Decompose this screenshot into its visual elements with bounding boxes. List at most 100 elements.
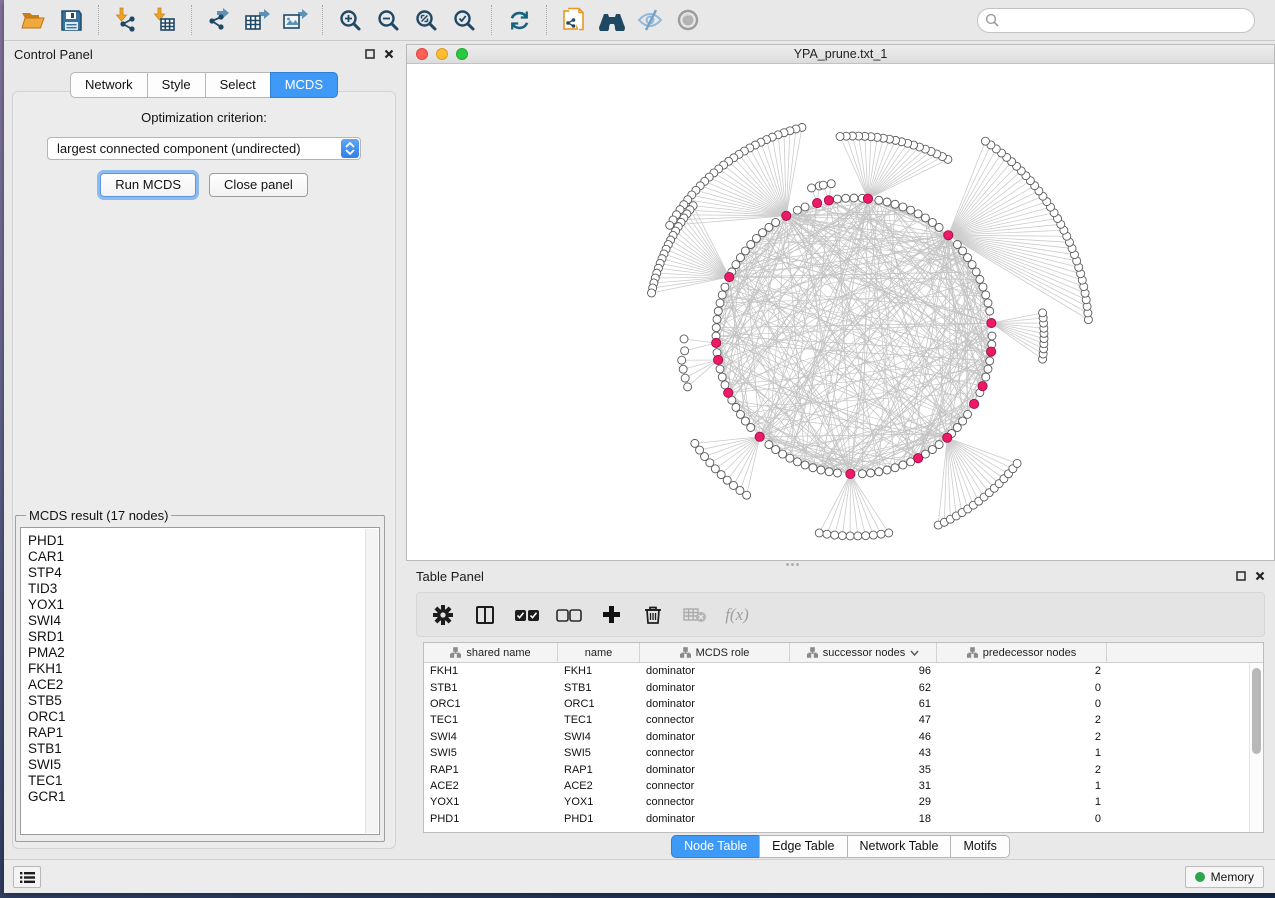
tab-style[interactable]: Style: [147, 72, 206, 98]
graph-node[interactable]: [979, 283, 987, 291]
graph-hub-node[interactable]: [978, 382, 987, 391]
graph-node[interactable]: [825, 468, 833, 476]
graph-hub-node[interactable]: [813, 198, 822, 207]
graph-node[interactable]: [743, 491, 751, 499]
column-header-MCDS-role[interactable]: MCDS role: [640, 643, 790, 662]
graph-hub-node[interactable]: [970, 399, 979, 408]
mcds-result-item[interactable]: SWI4: [28, 613, 379, 629]
graph-node[interactable]: [875, 196, 883, 204]
mcds-result-item[interactable]: TID3: [28, 581, 379, 597]
graph-node[interactable]: [736, 254, 744, 262]
graph-node[interactable]: [721, 283, 729, 291]
table-row[interactable]: TEC1TEC1connector472: [424, 712, 1249, 728]
graph-node[interactable]: [716, 365, 724, 373]
graph-node[interactable]: [836, 132, 844, 140]
select-all-icon[interactable]: [513, 600, 541, 630]
graph-node[interactable]: [823, 530, 831, 538]
graph-node[interactable]: [732, 403, 740, 411]
search-input[interactable]: [977, 8, 1255, 33]
mcds-result-item[interactable]: STP4: [28, 565, 379, 581]
graph-node[interactable]: [986, 357, 994, 365]
graph-node[interactable]: [964, 410, 972, 418]
unselect-all-icon[interactable]: [555, 600, 583, 630]
zoom-fit-icon[interactable]: [407, 3, 445, 37]
run-mcds-button[interactable]: Run MCDS: [100, 173, 196, 197]
column-header-shared-name[interactable]: shared name: [424, 643, 558, 662]
graph-node[interactable]: [928, 218, 936, 226]
graph-node[interactable]: [972, 268, 980, 276]
tab-select[interactable]: Select: [205, 72, 271, 98]
graph-node[interactable]: [842, 194, 850, 202]
graph-hub-node[interactable]: [755, 432, 764, 441]
mcds-result-item[interactable]: SWI5: [28, 757, 379, 773]
graph-node[interactable]: [877, 530, 885, 538]
graph-node[interactable]: [680, 335, 688, 343]
graph-node[interactable]: [858, 470, 866, 478]
zoom-in-icon[interactable]: [331, 3, 369, 37]
graph-node[interactable]: [681, 374, 689, 382]
splitter-grip[interactable]: [781, 563, 803, 567]
network-from-file-icon[interactable]: [555, 3, 593, 37]
close-panel-icon[interactable]: [1255, 571, 1265, 581]
graph-hub-node[interactable]: [863, 194, 872, 203]
tab-edge-table[interactable]: Edge Table: [759, 835, 847, 858]
graph-node[interactable]: [793, 458, 801, 466]
show-all-icon[interactable]: [669, 3, 707, 37]
tab-network[interactable]: Network: [70, 72, 148, 98]
graph-node[interactable]: [850, 194, 858, 202]
mcds-list-scrollbar[interactable]: [365, 529, 378, 833]
table-scrollbar[interactable]: [1249, 663, 1263, 832]
graph-node[interactable]: [741, 247, 749, 255]
table-row[interactable]: SWI5SWI5connector431: [424, 745, 1249, 761]
graph-node[interactable]: [721, 381, 729, 389]
mcds-result-item[interactable]: YOX1: [28, 597, 379, 613]
graph-node[interactable]: [809, 464, 817, 472]
graph-node[interactable]: [718, 291, 726, 299]
graph-node[interactable]: [875, 468, 883, 476]
mcds-result-item[interactable]: CAR1: [28, 549, 379, 565]
graph-hub-node[interactable]: [944, 231, 953, 240]
graph-node[interactable]: [684, 383, 692, 391]
mcds-result-item[interactable]: STB1: [28, 741, 379, 757]
table-row[interactable]: ACE2ACE2connector311: [424, 778, 1249, 794]
mcds-result-item[interactable]: GCR1: [28, 789, 379, 805]
mcds-result-item[interactable]: PHD1: [28, 533, 379, 549]
graph-node[interactable]: [846, 532, 854, 540]
tab-node-table[interactable]: Node Table: [671, 835, 760, 858]
table-row[interactable]: STB1STB1dominator620: [424, 679, 1249, 695]
graph-node[interactable]: [838, 532, 846, 540]
graph-node[interactable]: [935, 441, 943, 449]
import-table-icon[interactable]: [145, 3, 183, 37]
network-window-titlebar[interactable]: YPA_prune.txt_1: [407, 45, 1274, 64]
graph-hub-node[interactable]: [712, 338, 721, 347]
graph-node[interactable]: [867, 469, 875, 477]
graph-hub-node[interactable]: [987, 318, 996, 327]
graph-node[interactable]: [1039, 309, 1047, 317]
graph-node[interactable]: [982, 291, 990, 299]
graph-hub-node[interactable]: [987, 347, 996, 356]
graph-node[interactable]: [883, 198, 891, 206]
apply-layout-icon[interactable]: [500, 3, 538, 37]
graph-node[interactable]: [718, 373, 726, 381]
graph-node[interactable]: [648, 289, 656, 297]
mcds-result-item[interactable]: PMA2: [28, 645, 379, 661]
graph-node[interactable]: [976, 275, 984, 283]
graph-node[interactable]: [899, 461, 907, 469]
network-canvas[interactable]: [407, 64, 1274, 560]
tab-mcds[interactable]: MCDS: [270, 72, 338, 98]
graph-node[interactable]: [984, 299, 992, 307]
delete-columns-icon[interactable]: [639, 600, 667, 630]
graph-node[interactable]: [968, 261, 976, 269]
mcds-result-item[interactable]: ACE2: [28, 677, 379, 693]
open-session-icon[interactable]: [14, 3, 52, 37]
mcds-result-item[interactable]: ORC1: [28, 709, 379, 725]
graph-node[interactable]: [833, 195, 841, 203]
graph-node[interactable]: [713, 315, 721, 323]
graph-node[interactable]: [772, 218, 780, 226]
graph-node[interactable]: [833, 469, 841, 477]
table-row[interactable]: YOX1YOX1connector291: [424, 794, 1249, 810]
graph-node[interactable]: [883, 466, 891, 474]
export-table-icon[interactable]: [238, 3, 276, 37]
graph-node[interactable]: [732, 261, 740, 269]
tab-motifs[interactable]: Motifs: [950, 835, 1009, 858]
